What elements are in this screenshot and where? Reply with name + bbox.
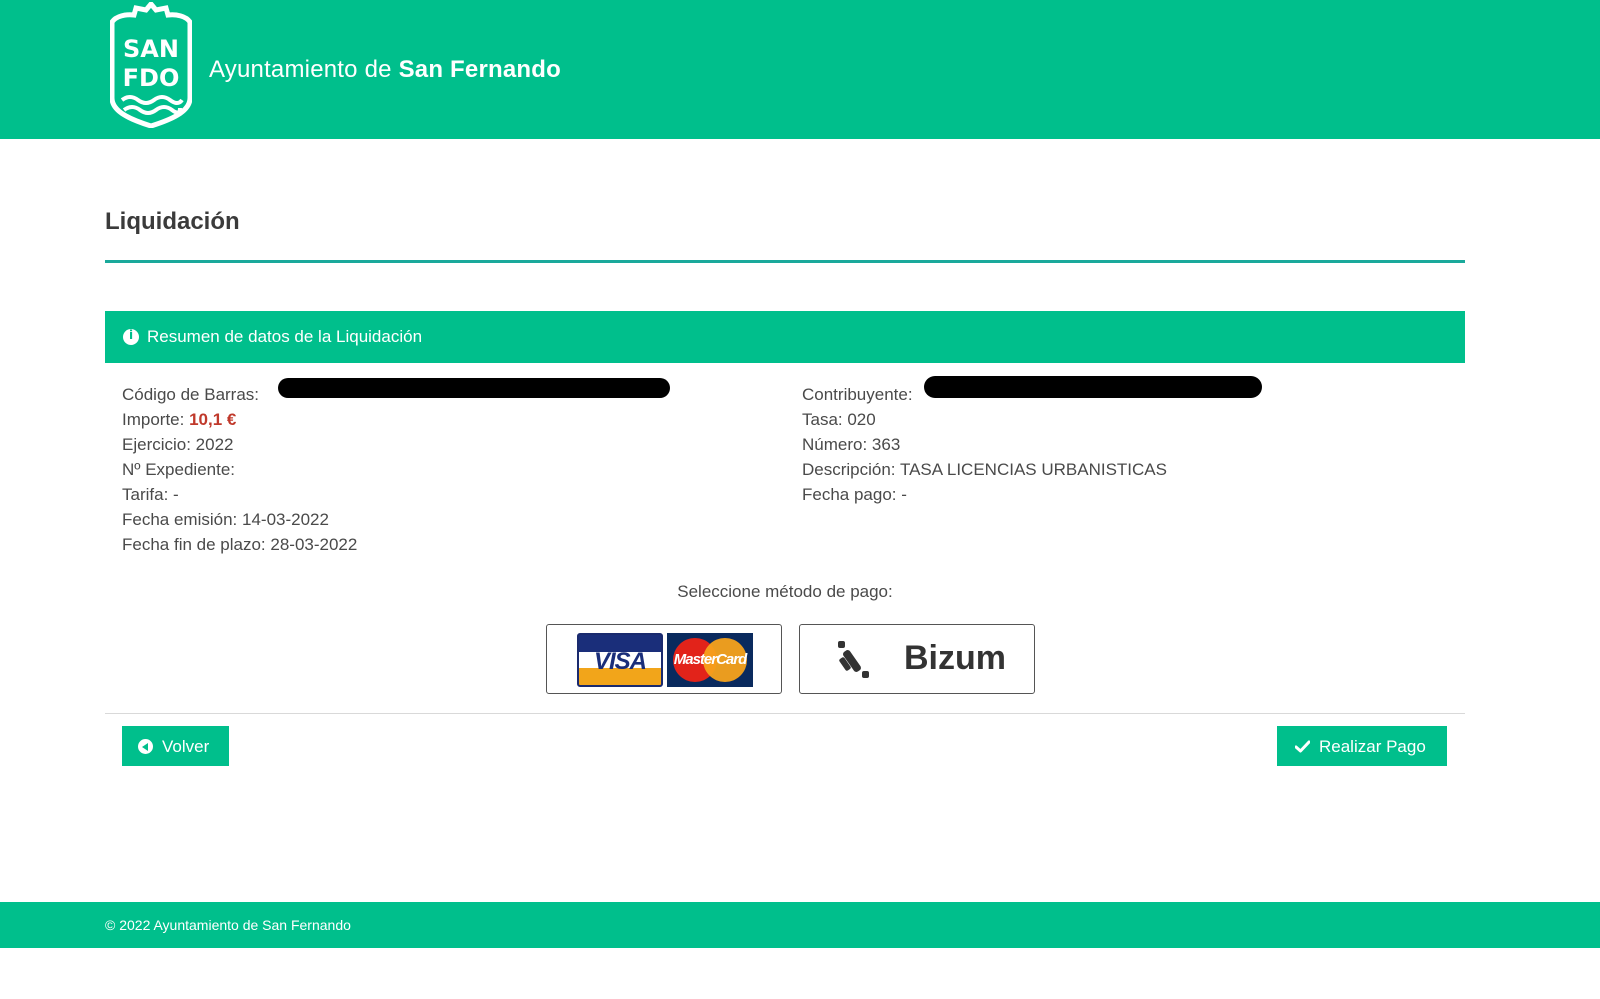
number-row: Número: 363 — [802, 435, 901, 454]
card-payment-button[interactable]: VISA MasterCard — [546, 624, 782, 694]
city-logo[interactable]: SAN FDO — [110, 2, 192, 128]
bizum-icon — [838, 641, 869, 678]
make-payment-button[interactable]: Realizar Pago — [1277, 726, 1447, 766]
details-right: Contribuyente: Tasa: 020 Número: 363 Des… — [802, 376, 1262, 507]
issue-date-row: Fecha emisión: 14-03-2022 — [122, 510, 329, 529]
payment-method-prompt: Seleccione método de pago: — [677, 582, 893, 601]
site-header: SAN FDO Ayuntamiento de San Fernando — [0, 0, 1600, 139]
visa-logo: VISA — [577, 633, 663, 687]
page-title: Liquidación — [105, 208, 240, 235]
taxpayer-row: Contribuyente: — [802, 376, 1262, 407]
mastercard-text: MasterCard — [673, 651, 748, 668]
back-button[interactable]: Volver — [122, 726, 229, 766]
site-footer: © 2022 Ayuntamiento de San Fernando — [0, 902, 1600, 948]
make-payment-label: Realizar Pago — [1319, 737, 1426, 756]
description-row: Descripción: TASA LICENCIAS URBANISTICAS — [802, 460, 1167, 479]
due-date-row: Fecha fin de plazo: 28-03-2022 — [122, 535, 358, 554]
taxpayer-label: Contribuyente: — [802, 385, 913, 404]
check-icon — [1295, 740, 1310, 753]
summary-panel-header: Resumen de datos de la Liquidación — [105, 311, 1465, 363]
brand-name: San Fernando — [398, 56, 561, 83]
barcode-redaction — [278, 378, 670, 398]
site-brand: Ayuntamiento de San Fernando — [209, 56, 561, 84]
arrow-left-circle-icon — [138, 739, 153, 754]
bizum-label: Bizum — [904, 639, 1006, 677]
payment-date-row: Fecha pago: - — [802, 485, 907, 504]
taxpayer-redaction — [924, 376, 1262, 398]
visa-text: VISA — [593, 648, 647, 675]
barcode-row: Código de Barras: — [122, 378, 670, 407]
svg-text:FDO: FDO — [123, 64, 180, 92]
summary-panel-title: Resumen de datos de la Liquidación — [147, 327, 423, 346]
mastercard-logo: MasterCard — [667, 633, 753, 687]
tariff-row: Tarifa: - — [122, 485, 179, 504]
bizum-payment-button[interactable]: Bizum — [799, 624, 1035, 694]
barcode-label: Código de Barras: — [122, 385, 260, 404]
file-number-row: Nº Expediente: — [122, 460, 235, 479]
actions-divider — [105, 713, 1465, 714]
details-left: Código de Barras: Importe: 10,1 € Ejerci… — [122, 378, 670, 557]
info-icon — [123, 328, 139, 345]
fee-row: Tasa: 020 — [802, 410, 876, 429]
amount-value: 10,1 € — [189, 410, 237, 429]
brand-prefix: Ayuntamiento de — [209, 56, 399, 83]
amount-label: Importe: — [122, 410, 185, 429]
footer-copyright: © 2022 Ayuntamiento de San Fernando — [105, 917, 351, 933]
amount-row: Importe: 10,1 € — [122, 407, 357, 432]
svg-text:SAN: SAN — [123, 35, 179, 63]
title-divider — [105, 260, 1465, 263]
back-button-label: Volver — [162, 737, 210, 756]
year-row: Ejercicio: 2022 — [122, 435, 234, 454]
